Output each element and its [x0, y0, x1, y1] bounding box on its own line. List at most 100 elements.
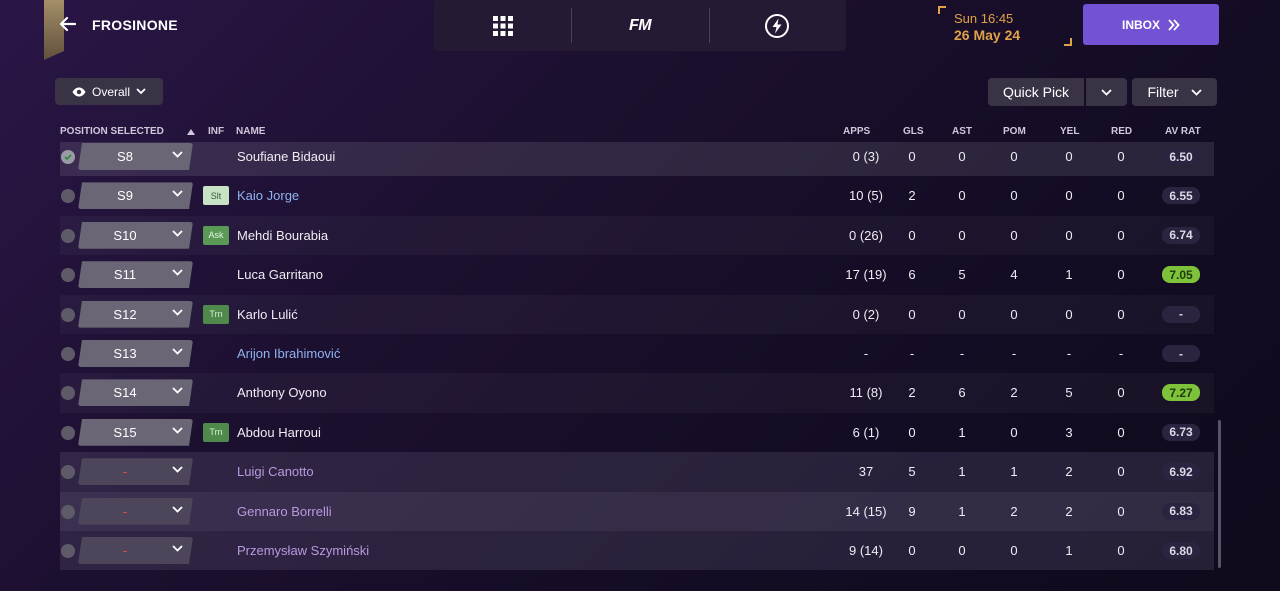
col-red[interactable]: RED: [1111, 126, 1132, 137]
col-position-selected[interactable]: POSITION SELECTED: [60, 126, 164, 137]
unselected-check-icon[interactable]: [61, 386, 75, 401]
view-selector[interactable]: Overall: [55, 78, 163, 105]
unselected-check-icon[interactable]: [61, 347, 75, 361]
yel-value: -: [1066, 346, 1072, 361]
table-row[interactable]: - Przemysław Szymiński 9 (14) 0 0 0 1 0 …: [60, 531, 1214, 570]
player-name[interactable]: Przemysław Szymiński: [237, 543, 369, 558]
back-button[interactable]: [56, 12, 80, 36]
col-yel[interactable]: YEL: [1060, 126, 1079, 137]
col-gls[interactable]: GLS: [903, 126, 924, 137]
col-name[interactable]: NAME: [236, 126, 265, 137]
position-dropdown[interactable]: -: [78, 498, 193, 525]
apps-value: 0 (3): [852, 149, 880, 164]
col-apps[interactable]: APPS: [843, 126, 870, 137]
ast-value: 5: [958, 267, 966, 283]
selected-check-icon[interactable]: [61, 150, 75, 164]
player-name[interactable]: Karlo Lulić: [237, 307, 298, 322]
unselected-check-icon[interactable]: [61, 228, 75, 243]
apps-value: 6 (1): [852, 424, 880, 440]
date-corner-mark: [938, 6, 946, 14]
table-row[interactable]: S15 Trn Abdou Harroui 6 (1) 0 1 0 3 0 6.…: [60, 413, 1214, 452]
table-row[interactable]: S13 Arijon Ibrahimović - - - - - - -: [60, 334, 1214, 373]
table-row[interactable]: S8 Soufiane Bidaoui 0 (3) 0 0 0 0 0 6.50: [60, 142, 1214, 177]
table-row[interactable]: S11 Luca Garritano 17 (19) 6 5 4 1 0 7.0…: [60, 255, 1214, 294]
sort-ascending-icon[interactable]: [187, 127, 195, 138]
unselected-check-icon[interactable]: [61, 465, 75, 480]
position-dropdown[interactable]: S9: [78, 182, 193, 209]
quick-pick-button[interactable]: Quick Pick: [988, 78, 1084, 106]
gls-value: 0: [908, 306, 916, 322]
game-time: Sun 16:45: [954, 11, 1014, 26]
av-rating-badge: 6.92: [1162, 463, 1200, 481]
pom-value: 0: [1010, 149, 1018, 164]
club-name[interactable]: FROSINONE: [92, 17, 178, 33]
eye-icon: [72, 87, 86, 96]
table-header: POSITION SELECTED INF NAME APPS GLS AST …: [60, 122, 1214, 142]
player-name[interactable]: Luigi Canotto: [237, 464, 314, 479]
ast-value: 0: [958, 227, 966, 243]
table-scrollbar[interactable]: [1218, 420, 1221, 568]
quick-pick-dropdown[interactable]: [1086, 78, 1127, 106]
yel-value: 1: [1065, 267, 1073, 283]
position-dropdown[interactable]: -: [78, 537, 193, 564]
unselected-check-icon[interactable]: [61, 425, 75, 440]
position-dropdown[interactable]: S8: [78, 143, 193, 170]
table-row[interactable]: - Luigi Canotto 37 5 1 1 2 0 6.92: [60, 452, 1214, 492]
player-name[interactable]: Kaio Jorge: [237, 188, 299, 203]
unselected-check-icon[interactable]: [61, 307, 75, 322]
interaction-badge[interactable]: Ask: [203, 225, 229, 245]
filter-button[interactable]: Filter: [1132, 78, 1217, 106]
position-dropdown[interactable]: S15: [78, 419, 193, 446]
chevron-down-icon: [172, 269, 183, 276]
table-row[interactable]: - Gennaro Borrelli 14 (15) 9 1 2 2 0 6.8…: [60, 491, 1214, 531]
position-dropdown[interactable]: -: [78, 458, 193, 485]
interaction-badge[interactable]: Trn: [203, 422, 229, 442]
pom-value: -: [1011, 346, 1017, 361]
unselected-check-icon[interactable]: [61, 268, 75, 283]
col-av-rat[interactable]: AV RAT: [1165, 126, 1201, 137]
quick-actions-button[interactable]: [708, 0, 846, 51]
player-name[interactable]: Soufiane Bidaoui: [237, 149, 335, 164]
position-dropdown[interactable]: S10: [78, 222, 193, 249]
position-dropdown[interactable]: S14: [78, 379, 193, 406]
player-name[interactable]: Luca Garritano: [237, 267, 323, 282]
pom-value: 2: [1010, 385, 1018, 401]
table-row[interactable]: S14 Anthony Oyono 11 (8) 2 6 2 5 0 7.27: [60, 373, 1214, 412]
table-row[interactable]: S10 Ask Mehdi Bourabia 0 (26) 0 0 0 0 0 …: [60, 216, 1214, 255]
gls-value: 9: [908, 503, 916, 519]
date-corner-mark: [1064, 38, 1072, 46]
fm-home-button[interactable]: FM: [571, 0, 708, 51]
yel-value: 0: [1065, 188, 1073, 204]
position-dropdown[interactable]: S12: [78, 301, 193, 328]
player-name[interactable]: Arijon Ibrahimović: [237, 346, 340, 361]
col-inf[interactable]: INF: [208, 126, 224, 137]
unselected-check-icon[interactable]: [61, 504, 75, 519]
red-value: 0: [1117, 188, 1125, 204]
position-dropdown[interactable]: S11: [78, 261, 193, 288]
game-date-widget[interactable]: Sun 16:45 26 May 24: [938, 6, 1072, 46]
player-name[interactable]: Gennaro Borrelli: [237, 504, 332, 519]
unselected-check-icon[interactable]: [61, 544, 75, 558]
inbox-button[interactable]: INBOX: [1083, 4, 1219, 45]
player-name[interactable]: Abdou Harroui: [237, 425, 321, 440]
player-name[interactable]: Anthony Oyono: [237, 385, 327, 400]
gls-value: 0: [908, 543, 916, 558]
pom-value: 1: [1010, 464, 1018, 480]
apps-value: 9 (14): [849, 543, 883, 558]
col-pom[interactable]: POM: [1003, 126, 1026, 137]
interaction-badge[interactable]: Slt: [203, 186, 229, 206]
col-ast[interactable]: AST: [952, 126, 972, 137]
av-rating-badge: 6.74: [1162, 226, 1200, 244]
table-row[interactable]: S12 Trn Karlo Lulić 0 (2) 0 0 0 0 0 -: [60, 295, 1214, 334]
position-dropdown[interactable]: S13: [78, 340, 193, 367]
yel-value: 0: [1065, 227, 1073, 243]
interaction-badge[interactable]: Trn: [203, 304, 229, 324]
ast-value: 0: [958, 188, 966, 204]
ast-value: 1: [958, 424, 966, 440]
table-row[interactable]: S9 Slt Kaio Jorge 10 (5) 2 0 0 0 0 6.55: [60, 176, 1214, 215]
yel-value: 0: [1065, 306, 1073, 322]
player-name[interactable]: Mehdi Bourabia: [237, 228, 328, 243]
unselected-check-icon[interactable]: [61, 189, 75, 204]
gls-value: 0: [908, 424, 916, 440]
menu-grid-button[interactable]: [434, 0, 571, 51]
